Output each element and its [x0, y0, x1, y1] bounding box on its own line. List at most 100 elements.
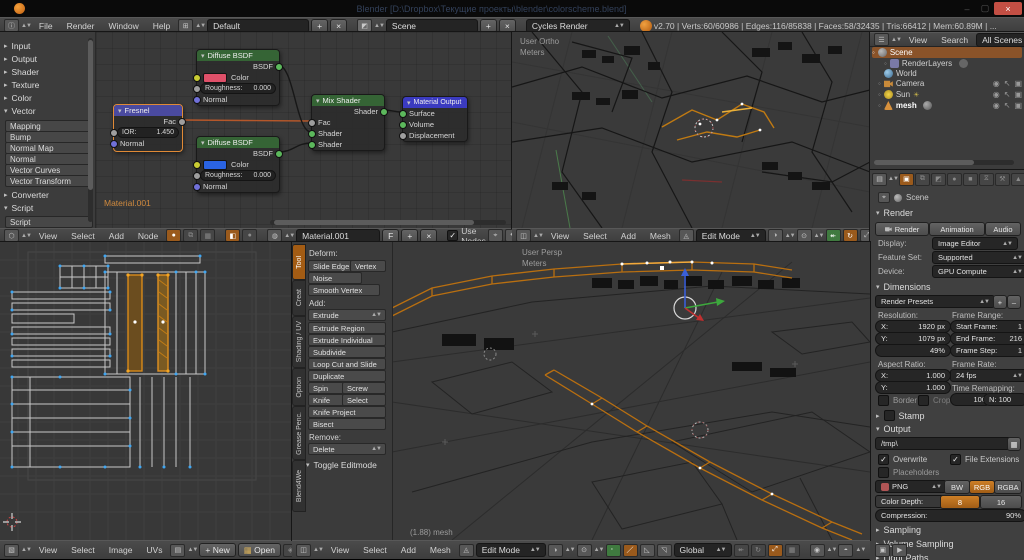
menu-search[interactable]: Search	[935, 35, 974, 45]
menu-select[interactable]: Select	[65, 545, 101, 555]
menu-add[interactable]: Add	[103, 231, 130, 241]
renderable-camera-icon[interactable]: ▣	[1014, 101, 1022, 110]
socket-bsdf-out[interactable]	[275, 63, 283, 71]
menu-view[interactable]: View	[33, 231, 63, 241]
material-unlink-button[interactable]: ×	[420, 228, 438, 243]
scene-add-button[interactable]: +	[479, 18, 497, 33]
tab-scene-icon[interactable]: ◩	[930, 172, 946, 186]
border-checkbox[interactable]: Border	[878, 395, 917, 406]
ior-slider[interactable]: IOR: 1.450	[117, 127, 179, 138]
snap-icon[interactable]: ⌖	[487, 229, 503, 242]
subdivide-button[interactable]: Subdivide	[308, 346, 386, 358]
noise-button[interactable]: Noise	[308, 272, 362, 284]
file-extensions-checkbox[interactable]: ✓ File Extensions	[950, 454, 1019, 465]
file-browse-button[interactable]: ▦	[1007, 437, 1021, 451]
uv-editor-area[interactable]	[0, 241, 293, 541]
bisect-button[interactable]: Bisect	[308, 418, 386, 430]
rgb-button[interactable]: RGB	[969, 480, 995, 494]
node-editor-hscrollbar[interactable]	[270, 220, 506, 225]
socket-normal-in[interactable]	[110, 140, 118, 148]
menu-view[interactable]: View	[33, 545, 63, 555]
menu-select[interactable]: Select	[357, 545, 393, 555]
viewport-shading-icon[interactable]: ◑	[547, 543, 563, 557]
image-browse-icon[interactable]: ▤	[170, 543, 186, 557]
node-diffuse-bsdf-top[interactable]: ▾ Diffuse BSDF BSDF Color Roughness: 0.000…	[193, 49, 283, 106]
node-mix-shader[interactable]: ▾ Mix Shader Shader Fac Shader Shader	[308, 94, 388, 151]
layout-delete-button[interactable]: ×	[330, 18, 348, 33]
render-opengl-icon[interactable]: ▣	[875, 543, 891, 557]
editor-type-3dview-icon[interactable]: ◫	[516, 229, 531, 242]
close-button[interactable]: ×	[994, 2, 1022, 15]
panel-stamp-header[interactable]: ▸ Stamp	[876, 410, 925, 421]
editor-type-image-icon[interactable]: ▧	[4, 543, 19, 557]
maximize-button[interactable]: ▢	[976, 3, 994, 14]
world-material-icon[interactable]: ●	[242, 229, 258, 242]
bw-button[interactable]: BW	[944, 480, 970, 494]
socket-shader2-in[interactable]	[308, 141, 316, 149]
compression-slider[interactable]: Compression: 90%	[875, 509, 1024, 522]
menu-file[interactable]: File	[33, 21, 59, 31]
outliner-row-sun[interactable]: ◦ Sun ☀ ◉ ↖ ▣	[872, 89, 1022, 100]
depth-8-button[interactable]: 8	[940, 495, 980, 509]
viewport-shading-icon[interactable]: ◑	[767, 229, 783, 242]
feature-set-select[interactable]: Supported ▲▼	[932, 251, 1024, 264]
menu-image[interactable]: Image	[103, 545, 139, 555]
compositing-nodes-icon[interactable]: ⧉	[183, 229, 199, 242]
shelf-tab-grease-pencil[interactable]: Grease Penc.	[292, 406, 306, 460]
scene-delete-button[interactable]: ×	[498, 18, 516, 33]
shelf-tab-create[interactable]: Creat	[292, 280, 306, 316]
loop-cut-button[interactable]: Loop Cut and Slide	[308, 358, 386, 370]
render-engine-select[interactable]: Cycles Render ▲▼	[525, 18, 630, 33]
selectable-cursor-icon[interactable]: ↖	[1004, 79, 1011, 88]
device-select[interactable]: GPU Compute ▲▼	[932, 265, 1024, 278]
extrude-region-button[interactable]: Extrude Region	[308, 322, 386, 334]
tab-world-icon[interactable]: ●	[946, 172, 962, 186]
menu-mesh[interactable]: Mesh	[644, 231, 677, 241]
outliner-row-mesh[interactable]: ◦ mesh ◉ ↖ ▣	[872, 100, 1022, 111]
tab-object-icon[interactable]: ■	[962, 172, 978, 186]
material-browse-icon[interactable]: ◍	[267, 229, 283, 242]
socket-color-in[interactable]	[193, 74, 201, 82]
proportional-edit-icon[interactable]: ◉	[809, 543, 825, 557]
socket-fac-out[interactable]	[178, 118, 186, 126]
socket-shader1-in[interactable]	[308, 130, 316, 138]
render-presets-select[interactable]: Render Presets ▲▼	[875, 295, 995, 308]
editor-type-node-icon[interactable]: ⬡	[4, 229, 19, 242]
menu-render[interactable]: Render	[61, 21, 101, 31]
orientation-select[interactable]: Global▲▼	[673, 543, 732, 557]
socket-ior-in[interactable]	[110, 129, 118, 137]
stamp-checkbox[interactable]	[883, 410, 895, 421]
socket-roughness-in[interactable]	[193, 172, 201, 180]
scene-icon[interactable]: ◩	[357, 19, 373, 32]
socket-bsdf-out[interactable]	[275, 150, 283, 158]
preset-remove-button[interactable]: –	[1007, 295, 1021, 309]
editor-type-properties-icon[interactable]: ▤	[872, 172, 887, 186]
node-fresnel[interactable]: ▾ Fresnel Fac IOR: 1.450 Normal	[110, 104, 186, 152]
edge-select-icon[interactable]: ／	[622, 543, 638, 557]
editor-type-3dview-icon[interactable]: ◫	[296, 543, 311, 557]
crop-checkbox[interactable]: Crop	[918, 395, 950, 406]
color-swatch[interactable]	[203, 72, 227, 83]
outliner-row-scene[interactable]: ◦ Scene	[872, 47, 1022, 58]
occlude-geometry-icon[interactable]: ◹	[656, 543, 672, 557]
material-name-field[interactable]: Material.001	[296, 228, 381, 243]
visibility-eye-icon[interactable]: ◉	[993, 79, 1000, 88]
image-open-button[interactable]: ▦ Open	[237, 543, 281, 557]
render-opengl-anim-icon[interactable]: ▶	[892, 543, 908, 557]
color-swatch[interactable]	[203, 159, 227, 170]
layout-add-button[interactable]: +	[311, 18, 329, 33]
visibility-eye-icon[interactable]: ◉	[993, 101, 1000, 110]
outliner-scope-select[interactable]: All Scenes▲▼	[976, 32, 1024, 47]
format-select[interactable]: PNG ▲▼	[875, 480, 947, 493]
socket-color-in[interactable]	[193, 161, 201, 169]
extrude-menu[interactable]: Extrude ▲▼	[308, 309, 386, 321]
tab-render-icon[interactable]: ▣	[898, 172, 914, 186]
menu-view[interactable]: View	[545, 231, 575, 241]
socket-fac-in[interactable]	[308, 119, 316, 127]
face-select-icon[interactable]: ◺	[639, 543, 655, 557]
menu-view[interactable]: View	[903, 35, 933, 45]
editor-type-outliner-icon[interactable]: ☰	[874, 33, 889, 46]
display-select[interactable]: Image Editor ▲▼	[932, 237, 1018, 250]
socket-displacement-in[interactable]	[399, 132, 407, 140]
resolution-percent-slider[interactable]: 49%	[875, 344, 951, 357]
